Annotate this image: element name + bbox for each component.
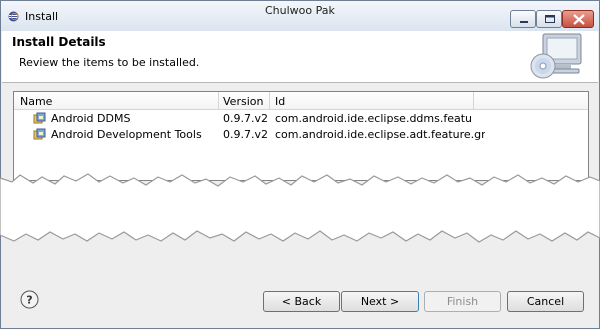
window-title: Install [25,10,59,23]
window-user-name: Chulwoo Pak [265,4,335,17]
row-name: Android Development Tools [51,128,202,141]
eclipse-icon [8,11,19,22]
next-button[interactable]: Next > [341,291,419,312]
column-header-id[interactable]: Id [275,95,285,108]
minimize-button[interactable] [510,10,536,28]
column-header-version[interactable]: Version [223,95,263,108]
dialog-title: Install Details [12,35,106,49]
minimize-icon [520,21,528,23]
finish-button[interactable]: Finish [424,291,501,312]
table-row[interactable]: Android Development Tools 0.9.7.v2... co… [14,127,588,143]
back-button[interactable]: < Back [263,291,340,312]
column-divider[interactable] [473,92,474,110]
maximize-button[interactable] [536,10,562,28]
table-row[interactable]: Android DDMS 0.9.7.v2... com.android.ide… [14,111,588,127]
torn-edge-separator [0,173,600,243]
table-header: Name Version Id [14,92,588,110]
dialog-subtitle: Review the items to be installed. [19,56,200,69]
help-icon: ? [20,290,39,309]
maximize-icon [545,15,555,23]
dialog-header: Install Details Review the items to be i… [2,31,598,83]
install-items-table[interactable]: Name Version Id Android DDMS 0.9.7.v2...… [13,91,589,181]
row-name: Android DDMS [51,112,131,125]
close-icon [573,14,585,25]
row-version: 0.9.7.v2... [223,112,269,125]
feature-plugin-icon [33,112,46,124]
svg-text:?: ? [26,294,32,307]
install-window: Install Chulwoo Pak Install Details Revi… [0,0,600,329]
close-button[interactable] [562,10,594,28]
row-id: com.android.ide.eclipse.ddms.feature.gro… [275,112,473,125]
column-divider[interactable] [218,92,219,110]
column-header-name[interactable]: Name [20,95,52,108]
row-id: com.android.ide.eclipse.adt.feature.grou… [275,128,485,141]
column-divider[interactable] [269,92,270,110]
feature-plugin-icon [33,128,46,140]
title-bar[interactable]: Install Chulwoo Pak [1,1,599,31]
install-cd-monitor-icon [530,33,582,79]
cancel-button[interactable]: Cancel [507,291,584,312]
row-version: 0.9.7.v2... [223,128,269,141]
help-button[interactable]: ? [20,290,39,309]
